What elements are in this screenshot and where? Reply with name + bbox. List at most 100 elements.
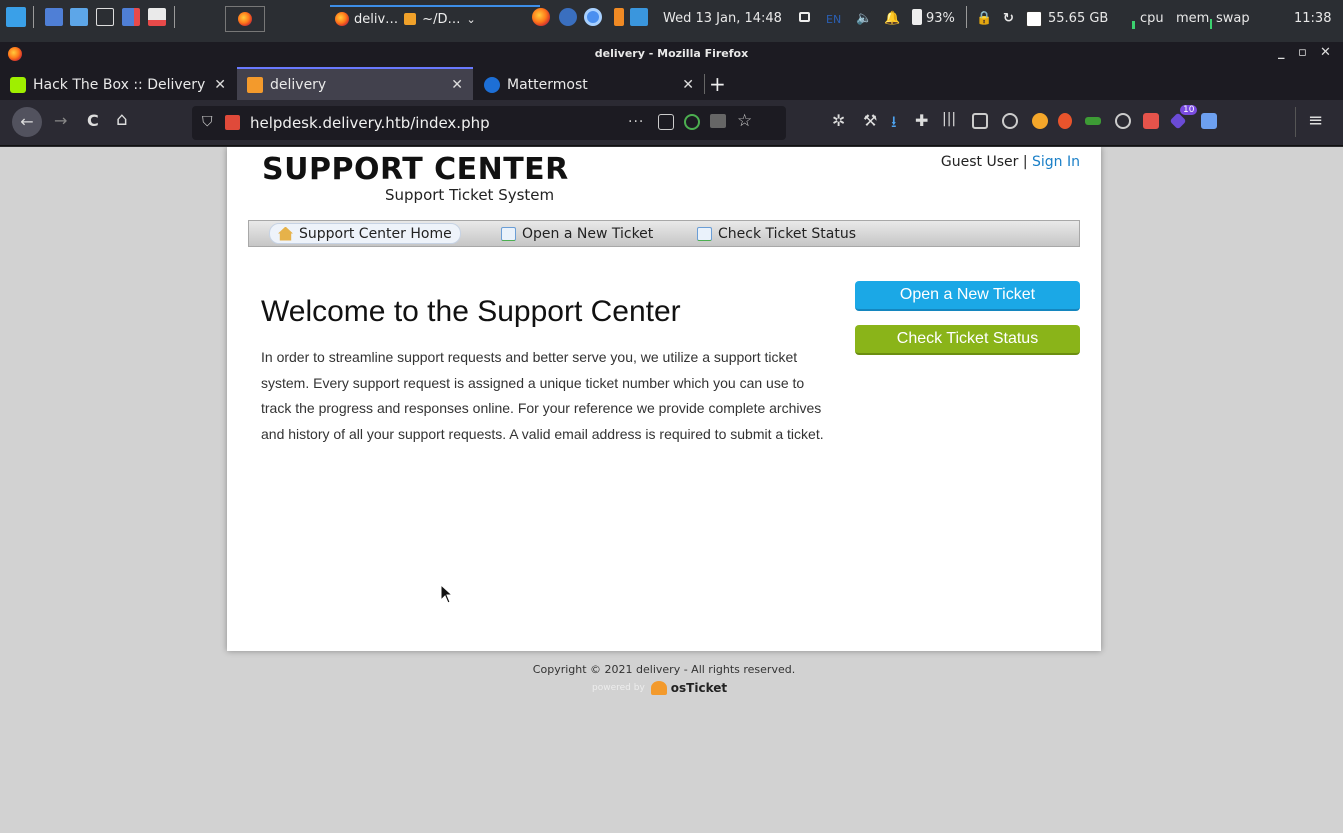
page-actions-icon[interactable]: ··· [628,114,644,130]
swap-graph [1210,18,1212,30]
document-viewer-icon[interactable] [148,7,166,27]
nav-open-new-ticket[interactable]: Open a New Ticket [493,223,661,244]
keyboard-layout[interactable]: EN [826,13,841,26]
file-manager-icon[interactable] [70,7,88,27]
extension-gear-icon[interactable]: ✲ [832,111,845,130]
reader-view-icon[interactable] [710,114,726,128]
account-icon[interactable] [1002,113,1018,129]
close-icon[interactable]: ✕ [1320,45,1331,60]
firefox-tray-icon[interactable] [532,7,550,27]
diamond-extension-icon[interactable] [1169,112,1187,130]
window-title: delivery - Mozilla Firefox [594,47,749,60]
app-menu-icon[interactable] [6,7,26,27]
desktop-panel: deliv… ~/D… ⌄ Wed 13 Jan, 14:48 EN 🔈 🔔 9… [0,0,1343,42]
tab-delivery[interactable]: delivery ✕ [237,67,473,100]
sidebar-icon[interactable] [972,113,988,129]
nav-check-ticket-status[interactable]: Check Ticket Status [689,223,864,244]
panel-separator [966,6,967,28]
user-separator: | [1022,154,1028,170]
container-icon[interactable] [684,114,700,130]
swap-label: swap [1216,11,1250,26]
show-desktop-icon[interactable] [45,7,63,27]
window-icon[interactable] [799,7,810,27]
mouse-cursor-icon [440,584,454,604]
battery-icon [912,7,922,27]
vscode-tray-icon[interactable] [630,7,648,27]
panel-separator [174,6,175,28]
tab-mattermost[interactable]: Mattermost ✕ [474,69,704,100]
tab-bar: Hack The Box :: Delivery ✕ delivery ✕ Ma… [0,66,1343,100]
tab-close-icon[interactable]: ✕ [682,77,694,93]
home-button[interactable]: ⌂ [116,109,127,130]
chromium-tray-icon[interactable] [584,7,602,27]
firefox-launcher-icon[interactable] [225,6,265,32]
maximize-icon[interactable]: ▫ [1298,45,1307,60]
home-icon [278,226,293,241]
refresh-icon[interactable]: ↻ [1003,11,1014,26]
footer-copyright: Copyright © 2021 delivery - All rights r… [532,663,796,676]
osticket-wordmark: osTicket [670,681,728,695]
translate-icon[interactable] [1201,113,1217,129]
intro-paragraph: In order to streamline support requests … [261,349,824,442]
mem-label: mem [1176,11,1210,26]
new-tab-button[interactable]: + [709,72,726,96]
taskbar-window-title-2: ~/D… [422,11,461,27]
nav-label: Check Ticket Status [718,225,856,242]
mattermost-icon [484,76,500,93]
foxyproxy-icon[interactable] [1058,113,1072,129]
open-new-ticket-button[interactable]: Open a New Ticket [855,281,1080,311]
hamburger-menu-icon[interactable]: ≡ [1308,110,1323,131]
tab-separator [704,74,705,94]
nav-support-center-home[interactable]: Support Center Home [269,223,461,244]
taskbar-window-title: deliv… [354,11,399,27]
chevron-down-icon[interactable]: ⌄ [466,13,475,26]
extension-badge: 10 [1180,105,1198,115]
downloads-icon[interactable]: ⭳ [891,111,897,138]
pocket-icon[interactable] [658,114,674,130]
library-icon[interactable]: ||| [942,111,956,127]
bookmark-star-icon[interactable]: ☆ [737,111,752,131]
minimize-icon[interactable]: _ [1278,45,1285,60]
hackbar-icon[interactable] [1143,113,1159,129]
ticket-status-icon [697,226,712,241]
tab-hack-the-box[interactable]: Hack The Box :: Delivery ✕ [0,69,236,100]
reload-button[interactable]: C [87,111,99,130]
burp-tray-icon[interactable] [614,7,624,27]
sign-in-link[interactable]: Sign In [1032,154,1080,170]
battery-percent: 93% [926,11,955,26]
check-ticket-status-button[interactable]: Check Ticket Status [855,325,1080,355]
tab-close-icon[interactable]: ✕ [214,77,226,93]
powered-by-osticket[interactable]: powered by osTicket [592,681,727,695]
cpu-label: cpu [1140,11,1164,26]
cookie-editor-icon[interactable] [1032,113,1048,129]
url-bar[interactable]: ⛉ helpdesk.delivery.htb/index.php ··· ☆ [192,106,786,140]
panel-datetime[interactable]: Wed 13 Jan, 14:48 [663,11,782,26]
user-agent-icon[interactable] [1115,113,1131,129]
url-text[interactable]: helpdesk.delivery.htb/index.php [250,114,490,132]
tab-close-icon[interactable]: ✕ [451,77,463,93]
wappalyzer-icon[interactable] [1085,117,1101,125]
notification-bell-icon[interactable]: 🔔 [884,11,900,26]
extensions-puzzle-icon[interactable]: ✚ [915,111,928,130]
guest-user-label: Guest User [940,154,1019,170]
osticket-logo-icon [650,681,667,695]
back-button[interactable]: ← [12,107,42,137]
screen-recorder-icon[interactable] [122,7,140,27]
lock-icon[interactable]: 🔒 [976,11,992,26]
vertical-scrollbar[interactable] [1331,147,1343,833]
tracking-shield-icon[interactable]: ⛉ [202,114,213,130]
disk-free: 55.65 GB [1048,11,1109,26]
terminal-icon[interactable] [96,7,114,27]
volume-icon[interactable]: 🔈 [856,11,872,26]
powered-by-label: powered by [592,683,645,693]
insecure-lock-icon[interactable] [225,115,240,130]
panel-separator [33,6,34,28]
forward-button[interactable]: → [54,111,67,130]
panel-clock[interactable]: 11:38 [1294,11,1331,26]
proxy-tray-icon[interactable] [559,7,577,27]
new-ticket-icon [501,226,516,241]
wrench-icon[interactable]: ⚒ [863,111,877,130]
disk-icon [1026,9,1042,29]
logo-title[interactable]: SUPPORT CENTER [262,152,569,187]
taskbar-window-firefox[interactable]: deliv… ~/D… ⌄ [330,5,540,31]
